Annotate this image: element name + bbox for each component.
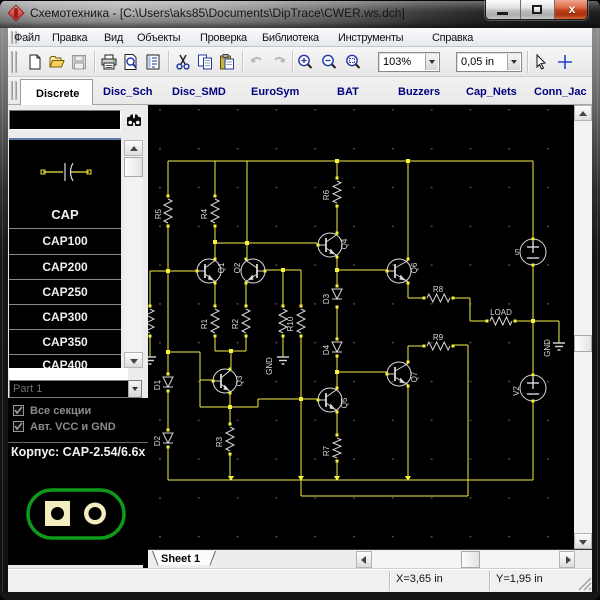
svg-text:D2: D2 xyxy=(153,435,162,446)
svg-text:Q6: Q6 xyxy=(410,262,419,273)
svg-text:R9: R9 xyxy=(433,333,444,342)
svg-text:R10: R10 xyxy=(286,316,295,331)
svg-text:LOAD: LOAD xyxy=(490,308,512,317)
svg-text:V2: V2 xyxy=(512,386,521,396)
svg-text:R8: R8 xyxy=(433,285,444,294)
svg-text:5: 5 xyxy=(515,248,520,257)
svg-text:R1: R1 xyxy=(200,318,209,329)
svg-text:D3: D3 xyxy=(322,293,331,304)
svg-text:R6: R6 xyxy=(322,189,331,200)
svg-text:Q2: Q2 xyxy=(233,262,242,273)
svg-text:Q1: Q1 xyxy=(217,262,226,273)
svg-text:R5: R5 xyxy=(154,208,163,219)
svg-text:GND: GND xyxy=(543,339,552,357)
svg-text:R4: R4 xyxy=(200,208,209,219)
svg-text:Q4: Q4 xyxy=(340,238,349,249)
svg-text:D4: D4 xyxy=(322,344,331,355)
svg-text:D1: D1 xyxy=(153,379,162,390)
svg-text:Q3: Q3 xyxy=(235,375,244,386)
svg-text:R2: R2 xyxy=(231,318,240,329)
svg-text:GND: GND xyxy=(265,357,274,375)
svg-text:R7: R7 xyxy=(322,445,331,456)
svg-text:R3: R3 xyxy=(215,436,224,447)
svg-text:Q7: Q7 xyxy=(410,371,419,382)
svg-text:Q5: Q5 xyxy=(340,397,349,408)
